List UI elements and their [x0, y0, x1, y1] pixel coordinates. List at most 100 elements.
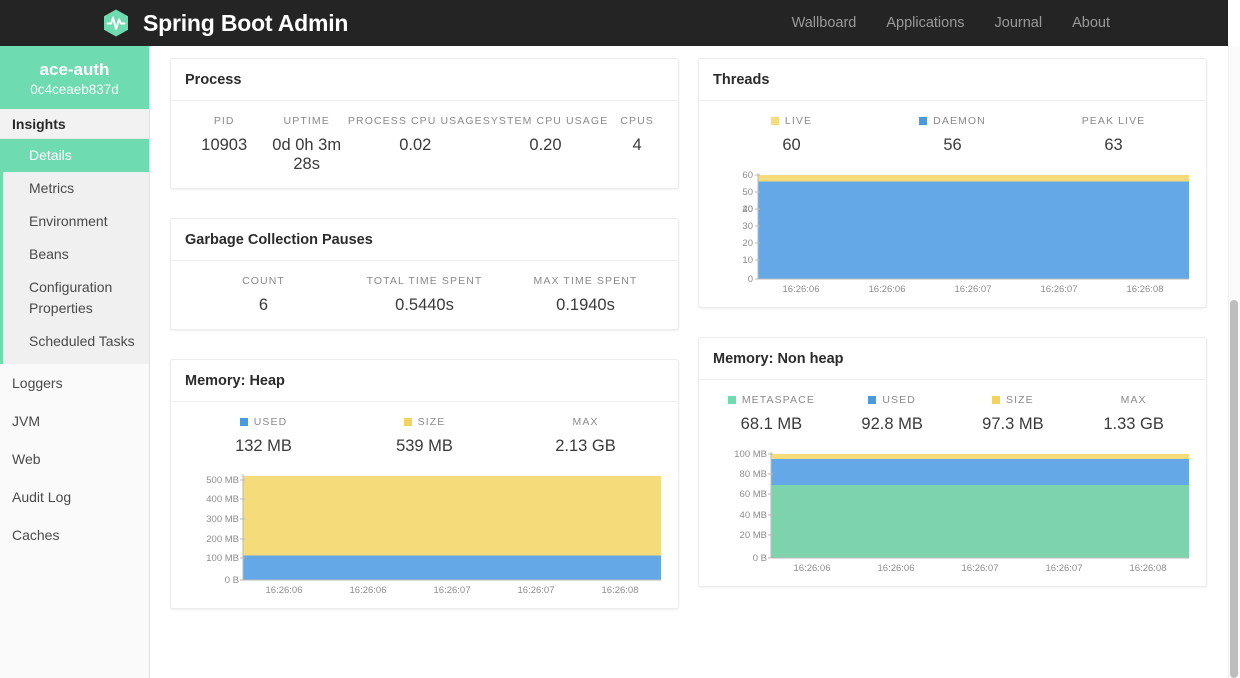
legend-text: Daemon: [933, 115, 986, 127]
stat-value: 0d 0h 3m 28s: [272, 136, 342, 173]
stat-label: System CPU Usage: [482, 115, 609, 127]
threads-series-daemon: [758, 181, 1189, 279]
sidebar-item-web[interactable]: Web: [0, 440, 149, 478]
stat-label: Used: [183, 416, 344, 428]
application-instance-id: 0c4ceaeb837d: [30, 81, 119, 97]
legend-text: Size: [417, 416, 446, 428]
stat-value: 0.5440s: [395, 296, 454, 314]
svg-text:50: 50: [742, 187, 753, 198]
memory-heap-card: Memory: Heap Used 132 MB: [170, 359, 679, 609]
process-card-title: Process: [171, 59, 678, 101]
legend-text: Used: [882, 394, 916, 406]
stat-label: Uptime: [283, 115, 330, 127]
stat-max-time-spent: Max time spent 0.1940s: [505, 275, 666, 315]
application-name: ace-auth: [39, 59, 110, 79]
threads-y-ticks: 60 50 20 40 30 20 10 0: [742, 170, 753, 285]
svg-text:0: 0: [748, 274, 753, 285]
svg-text:60: 60: [742, 170, 753, 181]
nonheap-stats: Metaspace 68.1 MB Used 92.8 MB: [711, 394, 1194, 434]
svg-text:16:26:06: 16:26:06: [266, 585, 303, 594]
brand[interactable]: Spring Boot Admin: [100, 7, 348, 39]
stat-nonheap-max: Max 1.33 GB: [1073, 394, 1194, 434]
gc-pauses-card-body: Count 6 Total time spent 0.5440s Max tim…: [171, 261, 678, 329]
stat-label: CPUs: [620, 115, 654, 127]
svg-text:0 B: 0 B: [753, 553, 767, 564]
heartbeat-hexagon-icon: [100, 7, 132, 39]
svg-text:16:26:06: 16:26:06: [878, 563, 915, 572]
legend-swatch-live: [770, 117, 779, 125]
memory-heap-card-body: Used 132 MB Size 539 MB Max: [171, 402, 678, 608]
gc-stats: Count 6 Total time spent 0.5440s Max tim…: [183, 275, 666, 315]
svg-text:16:26:07: 16:26:07: [1041, 284, 1078, 293]
svg-text:10: 10: [742, 255, 753, 266]
legend-text: Live: [784, 115, 813, 127]
process-stats: PID 10903 Uptime 0d 0h 3m 28s Process CP…: [183, 115, 666, 174]
svg-text:0 B: 0 B: [225, 575, 239, 586]
nav-link-about[interactable]: About: [1072, 15, 1110, 31]
sidebar-item-jvm[interactable]: JVM: [0, 402, 149, 440]
nav-link-journal[interactable]: Journal: [995, 15, 1043, 31]
legend-swatch-used: [239, 418, 248, 426]
svg-text:16:26:06: 16:26:06: [869, 284, 906, 293]
stat-value: 68.1 MB: [740, 415, 803, 433]
svg-text:16:26:07: 16:26:07: [955, 284, 992, 293]
cards-grid: Process PID 10903 Uptime 0d 0h 3m 28s Pr…: [170, 58, 1218, 609]
nonheap-chart-svg: 100 MB 80 MB 60 MB 40 MB 20 MB 0 B 16:26…: [734, 449, 1189, 572]
nonheap-x-ticks: 16:26:06 16:26:06 16:26:07 16:26:07 16:2…: [794, 563, 1167, 572]
sidebar-item-scheduled-tasks[interactable]: Scheduled Tasks: [3, 325, 149, 358]
stat-heap-max: Max 2.13 GB: [505, 416, 666, 456]
svg-text:30: 30: [742, 221, 753, 232]
stat-label: Used: [832, 394, 953, 406]
svg-text:100 MB: 100 MB: [206, 553, 239, 564]
stat-value: 132 MB: [235, 437, 292, 455]
sidebar: ace-auth 0c4ceaeb837d Insights Details M…: [0, 46, 150, 678]
heap-stats: Used 132 MB Size 539 MB Max: [183, 416, 666, 456]
nav-link-wallboard[interactable]: Wallboard: [792, 15, 857, 31]
application-header[interactable]: ace-auth 0c4ceaeb837d: [0, 46, 149, 109]
stat-threads-daemon: Daemon 56: [872, 115, 1033, 155]
svg-text:60 MB: 60 MB: [740, 489, 767, 500]
memory-nonheap-card-body: Metaspace 68.1 MB Used 92.8 MB: [699, 380, 1206, 586]
stat-label: Total time spent: [366, 275, 483, 287]
svg-text:20 MB: 20 MB: [740, 530, 767, 541]
svg-text:16:26:06: 16:26:06: [783, 284, 820, 293]
svg-text:16:26:07: 16:26:07: [518, 585, 555, 594]
stat-label: Max: [1120, 394, 1147, 406]
sidebar-item-loggers[interactable]: Loggers: [0, 364, 149, 402]
threads-chart-svg: 60 50 20 40 30 20 10 0 16:26:06 16:26:06…: [742, 170, 1189, 293]
heap-y-ticks: 500 MB 400 MB 300 MB 200 MB 100 MB 0 B: [206, 475, 239, 586]
heap-series-used: [243, 555, 661, 580]
right-column: Threads Live 60: [698, 58, 1207, 609]
stat-value: 0.1940s: [556, 296, 615, 314]
svg-text:100 MB: 100 MB: [734, 449, 767, 460]
sidebar-item-audit-log[interactable]: Audit Log: [0, 478, 149, 516]
stat-value: 6: [258, 296, 269, 314]
sidebar-section-insights[interactable]: Insights: [0, 109, 149, 139]
sidebar-item-configuration-properties[interactable]: Configuration Properties: [3, 271, 149, 325]
page-scrollbar-track[interactable]: [1228, 46, 1240, 678]
sidebar-item-details[interactable]: Details: [0, 139, 149, 172]
sidebar-item-metrics[interactable]: Metrics: [3, 172, 149, 205]
stat-label: PID: [213, 115, 235, 127]
sidebar-item-beans[interactable]: Beans: [3, 238, 149, 271]
gc-pauses-card: Garbage Collection Pauses Count 6 Total …: [170, 218, 679, 330]
threads-card-body: Live 60 Daemon 56 Peak live: [699, 101, 1206, 307]
stat-value: 10903: [201, 136, 248, 154]
stat-system-cpu-usage: System CPU Usage 0.20: [483, 115, 609, 174]
memory-nonheap-card-title: Memory: Non heap: [699, 338, 1206, 380]
stat-total-time-spent: Total time spent 0.5440s: [344, 275, 505, 315]
page-scrollbar-thumb[interactable]: [1230, 300, 1238, 678]
stat-label: Peak live: [1081, 115, 1146, 127]
stat-heap-used: Used 132 MB: [183, 416, 344, 456]
stat-cpus: CPUs 4: [608, 115, 666, 174]
memory-nonheap-card: Memory: Non heap Metaspace 68.1 MB: [698, 337, 1207, 587]
stat-heap-size: Size 539 MB: [344, 416, 505, 456]
process-card: Process PID 10903 Uptime 0d 0h 3m 28s Pr…: [170, 58, 679, 189]
sidebar-item-environment[interactable]: Environment: [3, 205, 149, 238]
process-card-body: PID 10903 Uptime 0d 0h 3m 28s Process CP…: [171, 101, 678, 188]
nav-links: Wallboard Applications Journal About: [792, 15, 1110, 31]
stat-label: Size: [344, 416, 505, 428]
stat-nonheap-metaspace: Metaspace 68.1 MB: [711, 394, 832, 434]
nav-link-applications[interactable]: Applications: [886, 15, 964, 31]
sidebar-item-caches[interactable]: Caches: [0, 516, 149, 554]
